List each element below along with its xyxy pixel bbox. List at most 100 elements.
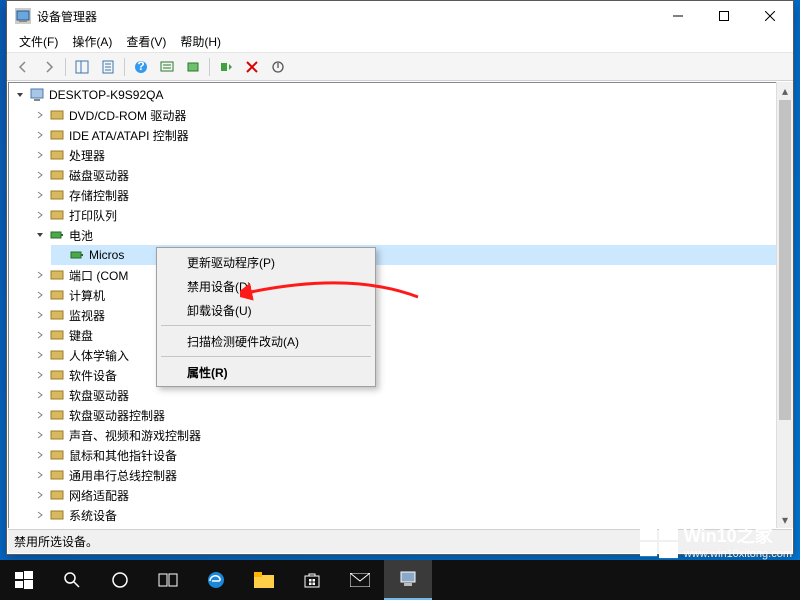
minimize-button[interactable] [655,1,701,31]
tree-node[interactable]: IDE ATA/ATAPI 控制器 [31,125,790,145]
device-manager-task[interactable] [384,560,432,600]
search-icon[interactable] [48,560,96,600]
expand-icon[interactable] [33,388,47,402]
back-button[interactable] [11,56,35,78]
expand-icon[interactable] [33,168,47,182]
cortana-icon[interactable] [96,560,144,600]
tree-node[interactable]: 键盘 [31,325,790,345]
menu-view[interactable]: 查看(V) [120,31,172,52]
device-category-icon [49,507,65,523]
menu-file[interactable]: 文件(F) [13,31,64,52]
tree-node[interactable]: 端口 (COM [31,265,790,285]
expand-icon[interactable] [33,288,47,302]
scroll-up-icon[interactable]: ▴ [777,82,793,99]
expand-icon[interactable] [33,488,47,502]
expand-icon[interactable] [33,468,47,482]
enable-button[interactable] [214,56,238,78]
properties-button[interactable] [96,56,120,78]
expand-icon[interactable] [33,348,47,362]
expand-icon[interactable] [33,148,47,162]
expand-icon[interactable] [33,328,47,342]
taskbar[interactable] [0,560,800,600]
tree-node[interactable]: 人体学输入 [31,345,790,365]
ctx-properties[interactable]: 属性(R) [159,360,373,384]
uninstall-button[interactable] [266,56,290,78]
expand-icon[interactable] [33,128,47,142]
ctx-disable-device[interactable]: 禁用设备(D) [159,274,373,298]
device-category-icon [49,407,65,423]
tree-node[interactable]: 监视器 [31,305,790,325]
device-category-icon [49,187,65,203]
tree-node[interactable]: 通用串行总线控制器 [31,465,790,485]
device-category-icon [49,487,65,503]
show-hide-tree-button[interactable] [70,56,94,78]
device-category-icon [49,267,65,283]
taskview-icon[interactable] [144,560,192,600]
expand-icon[interactable] [33,448,47,462]
tree-node[interactable]: 软盘驱动器 [31,385,790,405]
tree-root[interactable]: DESKTOP-K9S92QA [11,85,790,105]
close-button[interactable] [747,1,793,31]
node-label: 处理器 [69,147,105,164]
ctx-update-driver[interactable]: 更新驱动程序(P) [159,250,373,274]
tree-node[interactable]: 计算机 [31,285,790,305]
forward-button[interactable] [37,56,61,78]
tree-node[interactable]: 电池 [31,225,790,245]
tree-node[interactable]: 磁盘驱动器 [31,165,790,185]
disable-button[interactable] [240,56,264,78]
node-label: 软盘驱动器 [69,387,129,404]
menu-help[interactable]: 帮助(H) [174,31,227,52]
update-driver-button[interactable] [181,56,205,78]
ctx-scan-hardware[interactable]: 扫描检测硬件改动(A) [159,329,373,353]
collapse-icon[interactable] [33,228,47,242]
scrollbar-thumb[interactable] [779,100,791,420]
device-category-icon [49,147,65,163]
vertical-scrollbar[interactable]: ▴ ▾ [776,82,793,528]
tree-node[interactable]: 软件设备 [31,365,790,385]
device-tree[interactable]: DESKTOP-K9S92QA DVD/CD-ROM 驱动器IDE ATA/ATA… [8,82,792,528]
expand-icon [53,248,67,262]
start-button[interactable] [0,560,48,600]
watermark: Win10之家 www.win10xitong.com [640,522,792,560]
window-title: 设备管理器 [37,8,655,25]
menu-action[interactable]: 操作(A) [66,31,118,52]
help-button[interactable]: ? [129,56,153,78]
app-icon [15,8,31,24]
device-category-icon [49,167,65,183]
tree-node[interactable]: 软盘驱动器控制器 [31,405,790,425]
context-menu: 更新驱动程序(P) 禁用设备(D) 卸载设备(U) 扫描检测硬件改动(A) 属性… [156,247,376,387]
tree-node[interactable]: 处理器 [31,145,790,165]
store-icon[interactable] [288,560,336,600]
tree-node[interactable]: 鼠标和其他指针设备 [31,445,790,465]
expand-icon[interactable] [33,408,47,422]
device-category-icon [49,307,65,323]
titlebar[interactable]: 设备管理器 [7,1,793,31]
expand-icon[interactable] [33,188,47,202]
maximize-button[interactable] [701,1,747,31]
mail-icon[interactable] [336,560,384,600]
expand-icon[interactable] [33,268,47,282]
explorer-icon[interactable] [240,560,288,600]
expand-icon[interactable] [33,508,47,522]
node-label: DESKTOP-K9S92QA [49,88,164,102]
tree-node[interactable]: 存储控制器 [31,185,790,205]
node-label: 磁盘驱动器 [69,167,129,184]
ctx-uninstall-device[interactable]: 卸载设备(U) [159,298,373,322]
expand-icon[interactable] [33,428,47,442]
tree-node[interactable]: 声音、视频和游戏控制器 [31,425,790,445]
status-text: 禁用所选设备。 [14,533,98,550]
expand-icon[interactable] [33,368,47,382]
collapse-icon[interactable] [13,88,27,102]
device-category-icon [49,107,65,123]
tree-node[interactable]: 打印队列 [31,205,790,225]
expand-icon[interactable] [33,208,47,222]
expand-icon[interactable] [33,108,47,122]
expand-icon[interactable] [33,308,47,322]
edge-icon[interactable] [192,560,240,600]
node-label: 打印队列 [69,207,117,224]
tree-node[interactable]: 网络适配器 [31,485,790,505]
node-label: 鼠标和其他指针设备 [69,447,177,464]
tree-node[interactable]: DVD/CD-ROM 驱动器 [31,105,790,125]
device-manager-window: 设备管理器 文件(F) 操作(A) 查看(V) 帮助(H) ? DESKTOP-… [6,0,794,555]
scan-button[interactable] [155,56,179,78]
